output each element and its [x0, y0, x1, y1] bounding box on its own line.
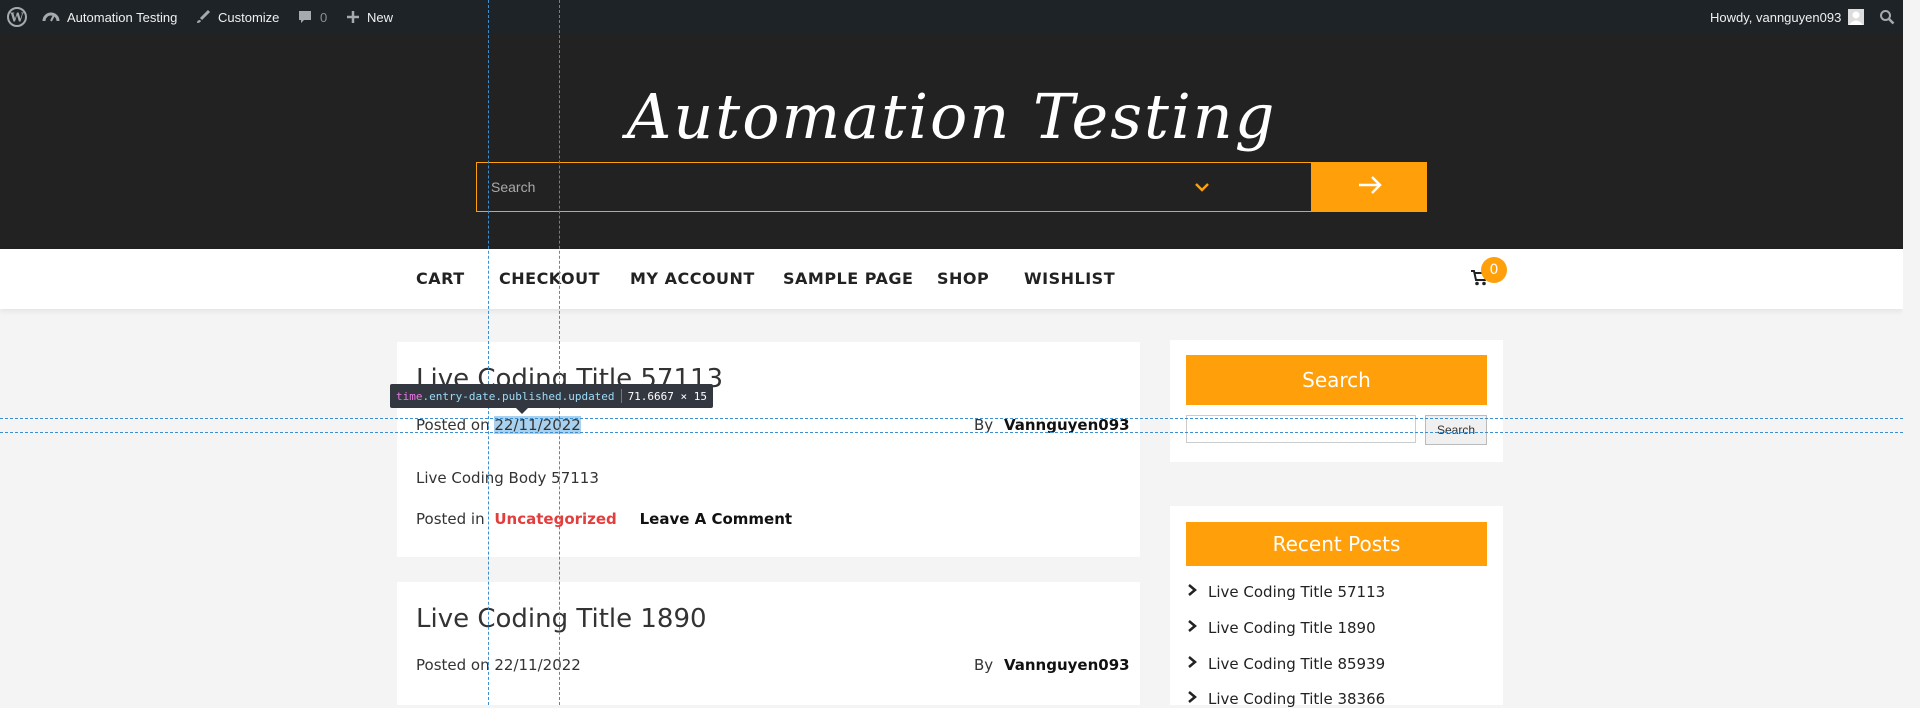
- wordpress-logo-icon[interactable]: W: [7, 0, 27, 34]
- post-title[interactable]: Live Coding Title 1890: [416, 604, 707, 634]
- recent-post-link[interactable]: Live Coding Title 38366: [1208, 690, 1385, 708]
- list-item[interactable]: Live Coding Title 38366: [1186, 690, 1385, 708]
- inspector-classes: .entry-date.published.updated: [422, 389, 615, 403]
- inspector-guide-line: [559, 0, 560, 705]
- cart-count-badge: 0: [1481, 257, 1507, 283]
- arrow-right-icon: [1356, 174, 1384, 200]
- account-menu[interactable]: Howdy, vannguyen093: [1710, 0, 1865, 34]
- post-date[interactable]: 22/11/2022: [494, 656, 580, 674]
- plus-icon: [346, 10, 360, 24]
- inspector-separator: [620, 389, 622, 403]
- recent-post-link[interactable]: Live Coding Title 57113: [1208, 583, 1385, 601]
- post-meta-author: By Vannguyen093: [974, 656, 1130, 674]
- recent-post-link[interactable]: Live Coding Title 1890: [1208, 619, 1376, 637]
- inspector-tag: time: [396, 389, 423, 403]
- customize-link[interactable]: Customize: [195, 0, 279, 34]
- main-navigation: CART CHECKOUT MY ACCOUNT SAMPLE PAGE SHO…: [0, 249, 1903, 309]
- site-name-link[interactable]: Automation Testing: [42, 0, 177, 34]
- chevron-right-icon: [1186, 583, 1198, 601]
- inspector-guide-line: [0, 432, 1903, 433]
- post-footer-meta: Posted in Uncategorized Leave A Comment: [416, 510, 792, 528]
- leave-comment-link[interactable]: Leave A Comment: [640, 510, 792, 528]
- comment-icon: [297, 9, 313, 25]
- dashboard-icon: [42, 9, 60, 25]
- inspector-guide-line: [488, 0, 489, 705]
- nav-item-wishlist[interactable]: WISHLIST: [1024, 269, 1115, 288]
- site-title[interactable]: Automation Testing: [0, 80, 1903, 153]
- chevron-right-icon: [1186, 690, 1198, 708]
- list-item[interactable]: Live Coding Title 1890: [1186, 619, 1376, 637]
- inspector-size: 71.6667 × 15: [627, 389, 708, 403]
- inspector-tooltip: time .entry-date.published.updated 71.666…: [390, 384, 714, 408]
- post-author[interactable]: Vannguyen093: [1004, 656, 1130, 674]
- nav-item-shop[interactable]: SHOP: [937, 269, 989, 288]
- svg-text:W: W: [9, 11, 24, 25]
- nav-item-my-account[interactable]: MY ACCOUNT: [630, 269, 755, 288]
- site-name-label: Automation Testing: [67, 9, 178, 25]
- recent-post-link[interactable]: Live Coding Title 85939: [1208, 655, 1385, 673]
- list-item[interactable]: Live Coding Title 57113: [1186, 583, 1385, 601]
- comments-count: 0: [320, 9, 328, 25]
- nav-item-sample-page[interactable]: SAMPLE PAGE: [783, 269, 913, 288]
- adminbar-search-icon[interactable]: [1879, 0, 1895, 34]
- site-header: Automation Testing: [0, 34, 1903, 249]
- post-body: Live Coding Body 57113: [416, 469, 599, 487]
- nav-item-checkout[interactable]: CHECKOUT: [499, 269, 600, 288]
- nav-item-cart[interactable]: CART: [416, 269, 465, 288]
- customize-label: Customize: [218, 9, 280, 25]
- new-content-link[interactable]: New: [346, 0, 393, 34]
- sidebar-search-input[interactable]: [1186, 415, 1416, 443]
- chevron-down-icon[interactable]: [1193, 179, 1211, 198]
- chevron-right-icon: [1186, 619, 1198, 637]
- posted-on-label: Posted on: [416, 656, 490, 674]
- post-meta-date: Posted on 22/11/2022: [416, 656, 581, 674]
- list-item[interactable]: Live Coding Title 85939: [1186, 655, 1385, 673]
- page-edge-strip: [1903, 0, 1920, 705]
- comments-link[interactable]: 0: [297, 0, 327, 34]
- post-card: [397, 582, 1140, 705]
- category-link[interactable]: Uncategorized: [494, 510, 616, 528]
- inspector-guide-line: [0, 418, 1903, 419]
- new-label: New: [367, 9, 394, 25]
- brush-icon: [195, 9, 211, 25]
- posted-in-label: Posted in: [416, 510, 485, 528]
- header-search-input[interactable]: [477, 163, 1227, 211]
- howdy-label: Howdy, vannguyen093: [1710, 9, 1842, 25]
- header-search-box: [476, 162, 1312, 212]
- chevron-right-icon: [1186, 655, 1198, 673]
- sidebar-search-button[interactable]: Search: [1425, 415, 1487, 445]
- recent-posts-title: Recent Posts: [1186, 522, 1487, 566]
- header-search-button[interactable]: [1312, 162, 1427, 212]
- avatar: [1848, 9, 1865, 25]
- search-widget-title: Search: [1186, 355, 1487, 405]
- by-label: By: [974, 656, 994, 674]
- inspector-tooltip-arrow: [516, 408, 528, 414]
- admin-bar: W Automation Testing Customize 0 New How…: [0, 0, 1920, 34]
